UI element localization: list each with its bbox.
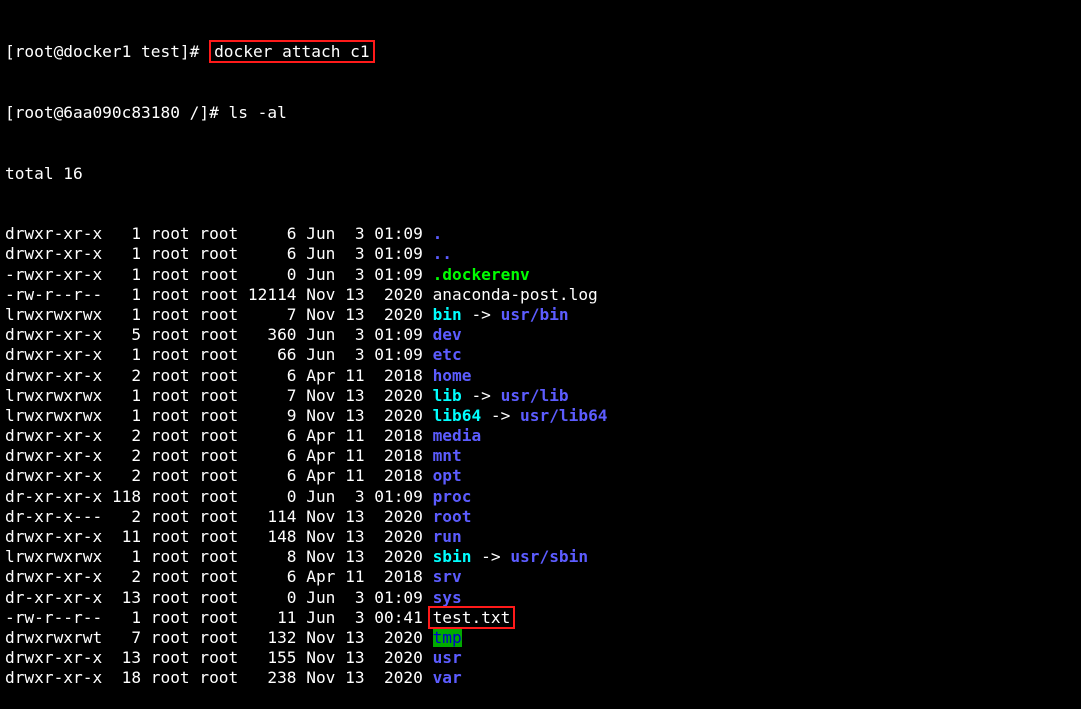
listing-row: lrwxrwxrwx 1 root root 7 Nov 13 2020 bin…: [5, 305, 608, 325]
file-name: lib64: [432, 405, 482, 425]
total-line: total 16: [5, 163, 83, 183]
file-meta: drwxrwxrwt 7 root root 132 Nov 13 2020: [5, 627, 423, 647]
file-name: var: [432, 668, 462, 688]
symlink-arrow: ->: [481, 547, 501, 567]
file-meta: -rw-r--r-- 1 root root 12114 Nov 13 2020: [5, 284, 423, 304]
symlink-target: usr/bin: [500, 304, 569, 324]
highlighted-command: docker attach c1: [209, 40, 375, 64]
listing-row: drwxr-xr-x 1 root root 66 Jun 3 01:09 et…: [5, 345, 608, 365]
file-meta: drwxr-xr-x 2 root root 6 Apr 11 2018: [5, 466, 423, 486]
listing-row: drwxr-xr-x 1 root root 6 Jun 3 01:09 .: [5, 224, 608, 244]
listing-row: drwxr-xr-x 2 root root 6 Apr 11 2018 mnt: [5, 446, 608, 466]
symlink-arrow: ->: [490, 405, 511, 425]
listing-row: drwxr-xr-x 18 root root 238 Nov 13 2020 …: [5, 668, 608, 688]
prompt-line-container: [root@6aa090c83180 /]# ls -al: [5, 103, 608, 123]
file-meta: lrwxrwxrwx 1 root root 8 Nov 13 2020: [5, 547, 423, 567]
symlink-arrow: ->: [471, 304, 491, 324]
file-meta: drwxr-xr-x 2 root root 6 Apr 11 2018: [5, 426, 423, 446]
file-meta: drwxr-xr-x 1 root root 66 Jun 3 01:09: [5, 345, 423, 365]
file-name: dev: [432, 325, 462, 345]
file-meta: -rwxr-xr-x 1 root root 0 Jun 3 01:09: [5, 264, 423, 284]
listing-row: drwxr-xr-x 2 root root 6 Apr 11 2018 med…: [5, 426, 608, 446]
symlink-arrow: ->: [471, 385, 491, 405]
listing-row: drwxr-xr-x 11 root root 148 Nov 13 2020 …: [5, 527, 608, 547]
command-text: ls -al: [228, 103, 287, 122]
file-meta: dr-xr-xr-x 13 root root 0 Jun 3 01:09: [5, 587, 423, 607]
listing-row: drwxr-xr-x 2 root root 6 Apr 11 2018 srv: [5, 567, 608, 587]
symlink-target: usr/lib64: [520, 405, 608, 425]
file-name: .dockerenv: [432, 264, 530, 284]
highlighted-file-name: test.txt: [427, 605, 516, 629]
listing-row: dr-xr-xr-x 118 root root 0 Jun 3 01:09 p…: [5, 487, 608, 507]
prompt-line-host: [root@docker1 test]# docker attach c1: [5, 40, 608, 64]
listing-row: lrwxrwxrwx 1 root root 8 Nov 13 2020 sbi…: [5, 547, 608, 567]
file-name: usr: [432, 648, 462, 668]
file-meta: lrwxrwxrwx 1 root root 9 Nov 13 2020: [5, 405, 423, 425]
file-name: home: [432, 365, 472, 385]
listing-row: dr-xr-x--- 2 root root 114 Nov 13 2020 r…: [5, 507, 608, 527]
file-meta: dr-xr-xr-x 118 root root 0 Jun 3 01:09: [5, 486, 423, 506]
file-meta: drwxr-xr-x 11 root root 148 Nov 13 2020: [5, 527, 423, 546]
shell-prompt: [root@6aa090c83180 /]#: [5, 103, 219, 122]
file-name: run: [432, 527, 462, 546]
listing-row: -rwxr-xr-x 1 root root 0 Jun 3 01:09 .do…: [5, 265, 608, 285]
shell-prompt: [root@docker1 test]#: [5, 42, 200, 62]
file-name: sys: [432, 587, 462, 607]
file-name: opt: [432, 466, 462, 486]
file-name: media: [432, 426, 482, 446]
file-name: root: [432, 506, 472, 526]
listing-row: drwxr-xr-x 5 root root 360 Jun 3 01:09 d…: [5, 325, 608, 345]
file-meta: drwxr-xr-x 5 root root 360 Jun 3 01:09: [5, 325, 423, 345]
file-name: tmp: [432, 627, 462, 647]
file-meta: dr-xr-x--- 2 root root 114 Nov 13 2020: [5, 506, 423, 526]
file-name: mnt: [432, 446, 462, 466]
symlink-target: usr/lib: [500, 385, 569, 405]
file-name: ..: [432, 244, 453, 264]
listing-row: drwxr-xr-x 2 root root 6 Apr 11 2018 opt: [5, 466, 608, 486]
file-meta: drwxr-xr-x 18 root root 238 Nov 13 2020: [5, 668, 423, 688]
file-name: .: [432, 224, 443, 244]
listing-row: lrwxrwxrwx 1 root root 9 Nov 13 2020 lib…: [5, 406, 608, 426]
file-name: srv: [432, 567, 462, 587]
listing-row: drwxr-xr-x 13 root root 155 Nov 13 2020 …: [5, 648, 608, 668]
file-name: sbin: [432, 547, 472, 567]
directory-listing: drwxr-xr-x 1 root root 6 Jun 3 01:09 . dr…: [5, 224, 608, 688]
file-name: proc: [432, 486, 472, 506]
listing-row: dr-xr-xr-x 13 root root 0 Jun 3 01:09 sy…: [5, 588, 608, 608]
file-meta: drwxr-xr-x 2 root root 6 Apr 11 2018: [5, 365, 423, 385]
listing-row: lrwxrwxrwx 1 root root 7 Nov 13 2020 lib…: [5, 386, 608, 406]
file-meta: drwxr-xr-x 2 root root 6 Apr 11 2018: [5, 446, 423, 466]
file-name: anaconda-post.log: [432, 284, 598, 304]
file-name: etc: [432, 345, 462, 365]
file-meta: drwxr-xr-x 2 root root 6 Apr 11 2018: [5, 567, 423, 587]
file-meta: lrwxrwxrwx 1 root root 7 Nov 13 2020: [5, 304, 423, 324]
file-name: bin: [432, 304, 462, 324]
file-meta: drwxr-xr-x 1 root root 6 Jun 3 01:09: [5, 244, 423, 264]
symlink-target: usr/sbin: [510, 547, 589, 567]
file-name: lib: [432, 385, 462, 405]
file-meta: drwxr-xr-x 13 root root 155 Nov 13 2020: [5, 648, 423, 668]
listing-row: -rw-r--r-- 1 root root 12114 Nov 13 2020…: [5, 285, 608, 305]
listing-row: -rw-r--r-- 1 root root 11 Jun 3 00:41 te…: [5, 605, 608, 629]
file-meta: drwxr-xr-x 1 root root 6 Jun 3 01:09: [5, 224, 423, 244]
file-meta: -rw-r--r-- 1 root root 11 Jun 3 00:41: [5, 607, 423, 627]
file-meta: lrwxrwxrwx 1 root root 7 Nov 13 2020: [5, 385, 423, 405]
listing-row: drwxr-xr-x 2 root root 6 Apr 11 2018 hom…: [5, 366, 608, 386]
listing-row: drwxrwxrwt 7 root root 132 Nov 13 2020 t…: [5, 627, 608, 648]
terminal-window[interactable]: [root@docker1 test]# docker attach c1 [r…: [5, 2, 608, 709]
listing-row: drwxr-xr-x 1 root root 6 Jun 3 01:09 ..: [5, 244, 608, 264]
